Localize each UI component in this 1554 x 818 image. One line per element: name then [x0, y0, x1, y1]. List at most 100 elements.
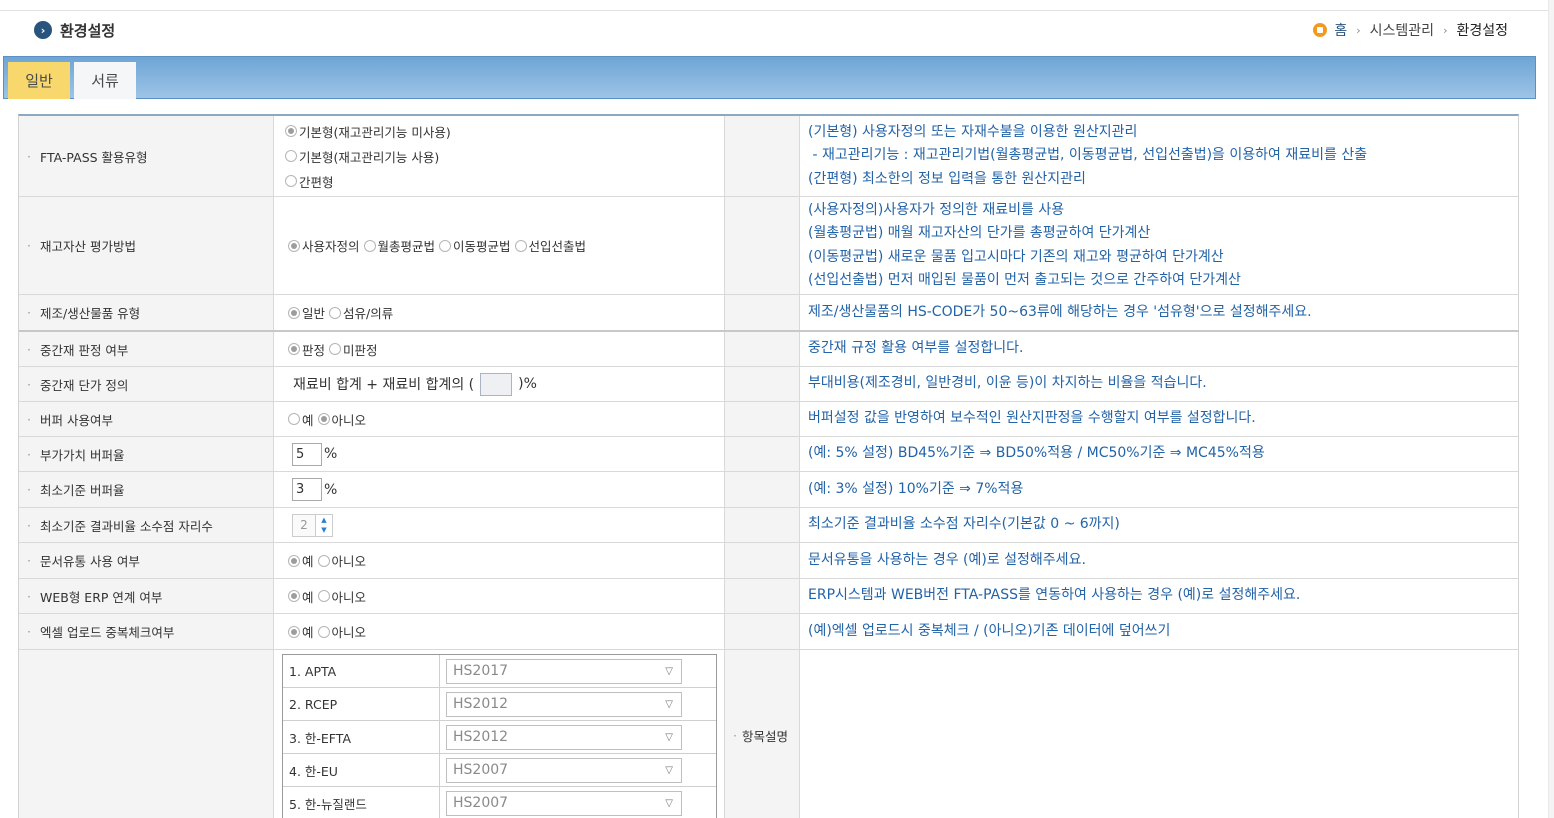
row-inventory-method: 재고자산 평가방법 사용자정의 월총평균법 이동평균법 선입선출법 (사용자정의… — [19, 197, 1519, 295]
radio-judge-yes[interactable]: 판정 — [288, 340, 325, 359]
radio-unchecked-icon — [288, 413, 300, 425]
radio-unchecked-icon — [317, 625, 330, 638]
radio-checked-icon — [288, 554, 300, 567]
fta-hs-table: 1. APTA HS2017 ▽ 2. RCEP HS2012 ▽ 3. 한-EFT… — [282, 654, 717, 818]
radio-unchecked-icon — [514, 239, 527, 252]
hs-version-select[interactable]: HS2017 ▽ — [446, 658, 682, 684]
row-label: WEB형 ERP 연계 여부 — [19, 579, 274, 613]
radio-product-textile[interactable]: 섬유/의류 — [329, 303, 393, 322]
item-description-label: 항목설명 — [724, 650, 799, 818]
fta-name: 4. 한-EU — [283, 754, 440, 786]
radio-product-general[interactable]: 일반 — [288, 303, 325, 322]
breadcrumb-section-link[interactable]: 시스템관리 — [1370, 20, 1434, 40]
row-description: 부대비용(제조경비, 일반경비, 이윤 등)이 차지하는 비율을 적습니다. — [799, 367, 1519, 401]
product-type-options: 일반 섬유/의류 — [274, 295, 724, 330]
chevron-down-icon: ▽ — [665, 731, 673, 743]
row-buffer-use: 버퍼 사용여부 예 아니오 버퍼설정 값을 반영하여 보수적인 원산지판정을 수… — [19, 402, 1519, 437]
settings-table: FTA-PASS 활용유형 기본형(재고관리기능 미사용) 기본형(재고관리기능… — [18, 114, 1519, 818]
row-description: ERP시스템과 WEB버전 FTA-PASS를 연동하여 사용하는 경우 (예)… — [799, 579, 1519, 613]
row-label: FTA-PASS 활용유형 — [19, 116, 274, 196]
radio-unchecked-icon — [317, 590, 330, 602]
radio-docflow-no[interactable]: 아니오 — [317, 551, 366, 570]
row-fta-type: FTA-PASS 활용유형 기본형(재고관리기능 미사용) 기본형(재고관리기능… — [19, 116, 1519, 197]
radio-checked-icon — [288, 306, 300, 319]
row-label: 문서유통 사용 여부 — [19, 543, 274, 578]
vertical-scrollbar[interactable] — [1548, 0, 1554, 818]
radio-unchecked-icon — [329, 343, 342, 355]
fta-type-options: 기본형(재고관리기능 미사용) 기본형(재고관리기능 사용) 간편형 — [274, 116, 724, 196]
decimal-places-spinner[interactable]: 2 ▲ ▼ — [292, 513, 333, 537]
intermediate-judge-options: 판정 미판정 — [274, 332, 724, 366]
tab-bar: 일반 서류 — [3, 56, 1536, 99]
web-erp-options: 예 아니오 — [274, 579, 724, 613]
row-decimal-places: 최소기준 결과비율 소수점 자리수 2 ▲ ▼ 최소기준 결과비율 소수점 자리… — [19, 508, 1519, 543]
hs-version-select[interactable]: HS2007 ▽ — [446, 790, 682, 816]
hs-version-select[interactable]: HS2012 ▽ — [446, 691, 682, 717]
overhead-ratio-input[interactable] — [480, 372, 513, 396]
hs-version-select[interactable]: HS2007 ▽ — [446, 757, 682, 783]
radio-buffer-yes[interactable]: 예 — [288, 410, 314, 429]
decimal-places-input[interactable]: 2 — [292, 513, 316, 537]
page-header: › 환경설정 — [34, 18, 115, 42]
radio-unchecked-icon — [329, 306, 342, 319]
value-buffer-input[interactable]: 5 — [292, 442, 322, 466]
row-description: 버퍼설정 값을 반영하여 보수적인 원산지판정을 수행할지 여부를 설정합니다. — [799, 402, 1519, 436]
fta-name: 1. APTA — [283, 655, 440, 687]
radio-checked-icon — [317, 413, 330, 425]
row-label: 중간재 단가 정의 — [19, 367, 274, 401]
chevron-down-icon: ▽ — [665, 797, 673, 809]
buffer-use-options: 예 아니오 — [274, 402, 724, 436]
radio-user-defined[interactable]: 사용자정의 — [288, 236, 360, 255]
spinner-buttons: ▲ ▼ — [316, 513, 333, 537]
chevron-down-icon: ▽ — [665, 698, 673, 710]
radio-unchecked-icon — [285, 175, 297, 187]
row-description: 문서유통을 사용하는 경우 (예)로 설정해주세요. — [799, 543, 1519, 578]
row-label: 중간재 판정 여부 — [19, 332, 274, 366]
spinner-up-icon[interactable]: ▲ — [316, 515, 332, 526]
min-buffer-input[interactable]: 3 — [292, 478, 322, 501]
radio-docflow-yes[interactable]: 예 — [288, 551, 314, 570]
fta-hs-item: 5. 한-뉴질랜드 HS2007 ▽ — [283, 787, 716, 818]
row-description: (예)엑셀 업로드시 중복체크 / (아니오)기존 데이터에 덮어쓰기 — [799, 614, 1519, 649]
radio-buffer-no[interactable]: 아니오 — [317, 410, 366, 429]
breadcrumb-current: 환경설정 — [1456, 23, 1508, 39]
radio-excel-yes[interactable]: 예 — [288, 622, 314, 641]
breadcrumb-separator-icon: › — [1443, 23, 1448, 37]
doc-flow-options: 예 아니오 — [274, 543, 724, 578]
radio-checked-icon — [288, 343, 300, 355]
fta-hs-item: 3. 한-EFTA HS2012 ▽ — [283, 721, 716, 754]
row-description: (예: 3% 설정) 10%기준 ⇒ 7%적용 — [799, 472, 1519, 507]
radio-checked-icon — [288, 239, 300, 252]
decimal-places-control: 2 ▲ ▼ — [274, 508, 724, 542]
tab-documents[interactable]: 서류 — [74, 62, 136, 99]
row-intermediate-judge: 중간재 판정 여부 판정 미판정 중간재 규정 활용 여부를 설정합니다. — [19, 332, 1519, 367]
radio-checked-icon — [288, 590, 300, 602]
fta-hs-item: 1. APTA HS2017 ▽ — [283, 655, 716, 688]
row-label: 버퍼 사용여부 — [19, 402, 274, 436]
radio-checked-icon — [288, 625, 300, 638]
radio-monthly-average[interactable]: 월총평균법 — [363, 236, 435, 255]
radio-fifo[interactable]: 선입선출법 — [514, 236, 586, 255]
radio-fta-basic-inventory[interactable]: 기본형(재고관리기능 사용) — [285, 147, 439, 166]
radio-moving-average[interactable]: 이동평균법 — [439, 236, 511, 255]
radio-erp-no[interactable]: 아니오 — [317, 587, 366, 606]
chevron-down-icon: ▽ — [665, 665, 673, 677]
spinner-down-icon[interactable]: ▼ — [316, 525, 332, 536]
radio-unchecked-icon — [285, 150, 297, 162]
radio-judge-no[interactable]: 미판정 — [329, 340, 378, 359]
inventory-method-options: 사용자정의 월총평균법 이동평균법 선입선출법 — [274, 197, 724, 294]
radio-unchecked-icon — [439, 239, 452, 252]
breadcrumb-home-link[interactable]: 홈 — [1334, 20, 1347, 40]
row-label: 부가가치 버퍼율 — [19, 437, 274, 471]
row-label: 최소기준 버퍼율 — [19, 472, 274, 507]
intermediate-price-formula: 재료비 합계 + 재료비 합계의 ( )% — [274, 367, 724, 401]
radio-erp-yes[interactable]: 예 — [288, 587, 314, 606]
top-divider — [0, 10, 1554, 11]
hs-version-select[interactable]: HS2012 ▽ — [446, 724, 682, 750]
radio-fta-simple[interactable]: 간편형 — [285, 172, 334, 191]
tab-general[interactable]: 일반 — [8, 62, 70, 99]
min-buffer-control: 3 % — [274, 472, 724, 507]
row-description: 제조/생산물품의 HS-CODE가 50~63류에 해당하는 경우 '섬유형'으… — [799, 295, 1519, 330]
radio-fta-basic-no-inventory[interactable]: 기본형(재고관리기능 미사용) — [285, 122, 451, 141]
radio-excel-no[interactable]: 아니오 — [317, 622, 366, 641]
